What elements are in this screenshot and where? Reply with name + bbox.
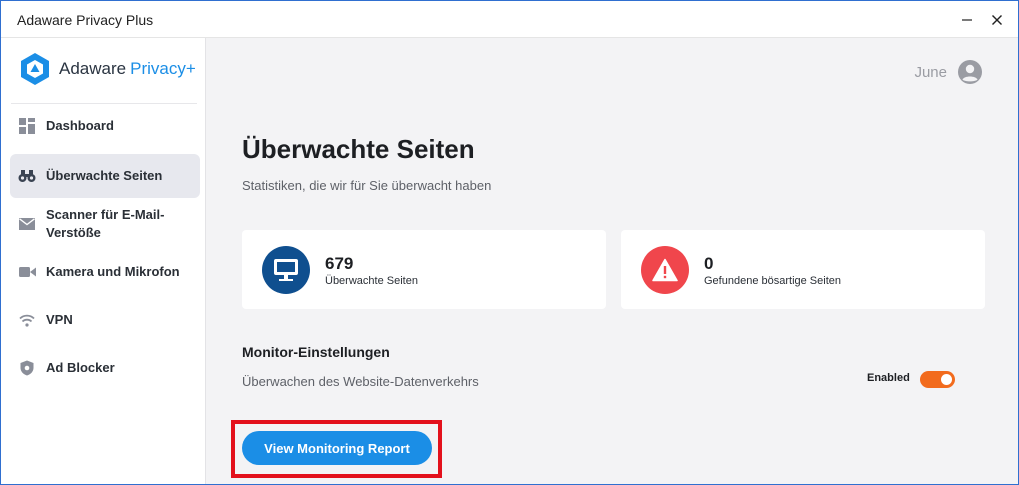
- monitor-icon: [262, 246, 310, 294]
- sidebar-item-dashboard[interactable]: Dashboard: [10, 109, 200, 143]
- shield-icon: [18, 359, 36, 377]
- monitored-pages-count: 679: [325, 254, 354, 273]
- binoculars-icon: [18, 167, 36, 185]
- user-avatar-icon: [958, 60, 982, 84]
- sidebar-item-email-breach-scanner[interactable]: Scanner für E-Mail-Verstöße: [10, 203, 200, 245]
- toggle-knob: [941, 374, 952, 385]
- monitor-settings-title: Monitor-Einstellungen: [242, 344, 390, 360]
- monitored-pages-card: 679 Überwachte Seiten: [242, 230, 606, 309]
- wifi-icon: [18, 311, 36, 329]
- sidebar-item-label: Dashboard: [46, 118, 114, 133]
- sidebar-item-label: Ad Blocker: [46, 360, 115, 375]
- envelope-icon: [18, 215, 36, 233]
- view-monitoring-report-button[interactable]: View Monitoring Report: [242, 431, 432, 465]
- minimize-button[interactable]: [953, 7, 981, 33]
- malicious-pages-count: 0: [704, 254, 714, 273]
- close-button[interactable]: [983, 7, 1011, 33]
- window-title: Adaware Privacy Plus: [17, 12, 154, 28]
- warning-icon: [641, 246, 689, 294]
- monitor-settings-description: Überwachen des Website-Datenverkehrs: [242, 374, 479, 389]
- sidebar: Adaware Privacy+ Dashboard Überwachte Sei…: [1, 38, 206, 484]
- brand-name: Adaware: [59, 59, 127, 78]
- sidebar-item-label: Kamera und Mikrofon: [46, 264, 180, 279]
- monitored-pages-caption: Überwachte Seiten: [325, 275, 418, 287]
- sidebar-item-label: Scanner für E-Mail-Verstöße: [46, 207, 165, 240]
- sidebar-item-label: VPN: [46, 312, 73, 327]
- malicious-pages-card: 0 Gefundene bösartige Seiten: [621, 230, 985, 309]
- user-menu[interactable]: June: [914, 59, 983, 85]
- camera-icon: [18, 263, 36, 281]
- sidebar-item-camera-microphone[interactable]: Kamera und Mikrofon: [10, 255, 200, 289]
- page-title: Überwachte Seiten: [242, 134, 475, 164]
- close-icon: [992, 15, 1002, 25]
- main-content: June Überwachte Seiten Statistiken, die …: [207, 38, 1018, 484]
- adaware-logo-icon: [21, 53, 49, 85]
- minimize-icon: [962, 19, 972, 21]
- title-bar: Adaware Privacy Plus: [1, 1, 1018, 38]
- malicious-pages-caption: Gefundene bösartige Seiten: [704, 275, 841, 287]
- brand-accent: Privacy+: [130, 59, 196, 78]
- app-window: Adaware Privacy Plus Adaware Privacy+ Das…: [0, 0, 1019, 485]
- user-name: June: [914, 63, 947, 81]
- sidebar-item-monitored-pages[interactable]: Überwachte Seiten: [10, 154, 200, 198]
- sidebar-item-vpn[interactable]: VPN: [10, 303, 200, 337]
- sidebar-item-label: Überwachte Seiten: [46, 168, 163, 183]
- monitoring-toggle[interactable]: [920, 371, 955, 388]
- page-subtitle: Statistiken, die wir für Sie überwacht h…: [242, 178, 492, 193]
- sidebar-item-ad-blocker[interactable]: Ad Blocker: [10, 351, 200, 385]
- dashboard-grid-icon: [18, 117, 36, 135]
- brand-divider: [11, 103, 197, 104]
- brand-logo: Adaware Privacy+: [19, 52, 196, 86]
- toggle-status-label: Enabled: [867, 372, 910, 384]
